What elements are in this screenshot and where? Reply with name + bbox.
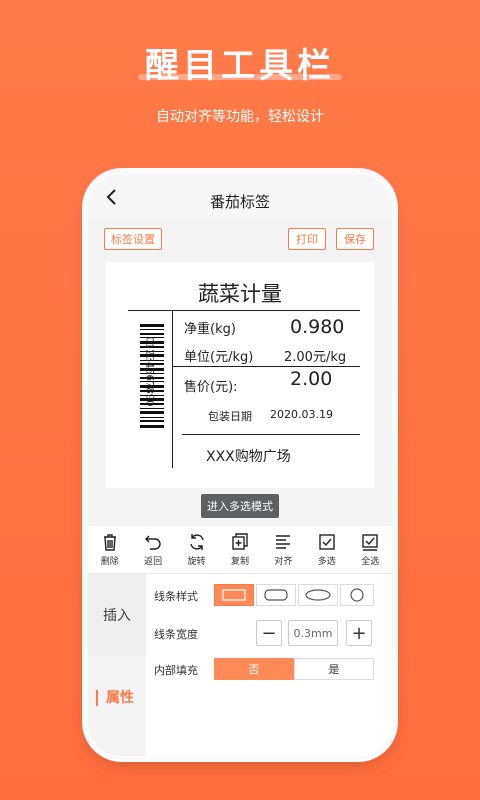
rectangle-icon [222,589,246,601]
tool-label: 返回 [144,557,163,567]
copy-icon [232,533,248,550]
label-divider-top [128,310,360,311]
multi-select-mode-button[interactable]: 进入多选模式 [201,494,279,518]
line-width-plus-button[interactable]: + [346,620,372,646]
save-button[interactable]: 保存 [336,228,374,250]
toolbar: 删除 返回 旋转 复制 对齐 多选 全选 [88,526,392,574]
unit-label[interactable]: 单位(元/kg) [184,346,253,365]
tool-rotate[interactable]: 旋转 [179,532,215,567]
circle-icon [350,588,364,602]
select-all-icon [362,534,378,551]
tool-label: 对齐 [274,557,293,567]
unit-value[interactable]: 2.00元/kg [284,346,346,365]
label-divider-bottom [182,434,360,435]
phone-frame: 番茄标签 标签设置 打印 保存 蔬菜计量 01234567890 净重(kg) … [88,174,392,756]
checkbox-icon [319,534,335,550]
ellipse-icon [305,589,331,601]
label-title[interactable]: 蔬菜计量 [106,278,374,308]
side-tabs: 插入 属性 [88,574,146,756]
property-panel: 线条样式 线条宽度 − 0.3mm + 内部填充 否 是 [146,574,392,756]
tool-label: 删除 [100,557,119,567]
tool-align[interactable]: 对齐 [265,532,301,567]
net-weight-value[interactable]: 0.980 [290,316,344,338]
rotate-icon [189,534,204,550]
label-canvas[interactable]: 蔬菜计量 01234567890 净重(kg) 0.980 单位(元/kg) 2… [106,262,374,488]
tool-label: 全选 [361,557,380,567]
fill-label: 内部填充 [154,664,198,677]
tool-copy[interactable]: 复制 [222,532,258,567]
label-settings-button[interactable]: 标签设置 [104,228,162,250]
line-width-label: 线条宽度 [154,628,198,641]
tool-delete[interactable]: 删除 [92,532,128,567]
pack-date-value[interactable]: 2020.03.19 [270,408,333,421]
rounded-rect-icon [264,589,288,601]
line-style-rounded[interactable] [256,584,296,606]
line-width-minus-button[interactable]: − [256,620,282,646]
price-value[interactable]: 2.00 [290,368,332,390]
barcode-number: 01234567890 [143,336,155,407]
page-title: 番茄标签 [209,192,270,211]
fill-yes-option[interactable]: 是 [294,658,374,680]
back-icon[interactable] [102,186,122,208]
hero-underline [138,74,342,80]
label-divider-vertical [172,310,173,468]
tool-label: 旋转 [187,557,206,567]
print-button[interactable]: 打印 [288,228,326,250]
tool-label: 多选 [317,557,336,567]
label-divider-mid [172,366,360,367]
tool-multi-select[interactable]: 多选 [309,532,345,567]
tab-attributes[interactable]: 属性 [96,690,134,706]
fill-no-option[interactable]: 否 [214,658,294,680]
hero-subtitle: 自动对齐等功能，轻松设计 [156,109,324,125]
tool-label: 复制 [230,557,249,567]
pack-date-label[interactable]: 包装日期 [208,408,252,424]
nav-bar: 番茄标签 [88,174,392,220]
tab-insert[interactable]: 插入 [88,574,146,656]
line-style-ellipse[interactable] [298,584,338,606]
undo-icon [145,535,161,550]
line-width-value[interactable]: 0.3mm [288,620,338,646]
align-icon [276,535,291,549]
tool-select-all[interactable]: 全选 [352,532,388,567]
line-style-rect[interactable] [214,584,254,606]
price-label[interactable]: 售价(元): [184,376,238,395]
net-weight-label[interactable]: 净重(kg) [184,318,236,337]
tool-undo[interactable]: 返回 [135,532,171,567]
store-name[interactable]: XXX购物广场 [206,446,291,466]
line-style-circle[interactable] [340,584,374,606]
line-style-label: 线条样式 [154,590,198,603]
trash-icon [103,534,116,551]
